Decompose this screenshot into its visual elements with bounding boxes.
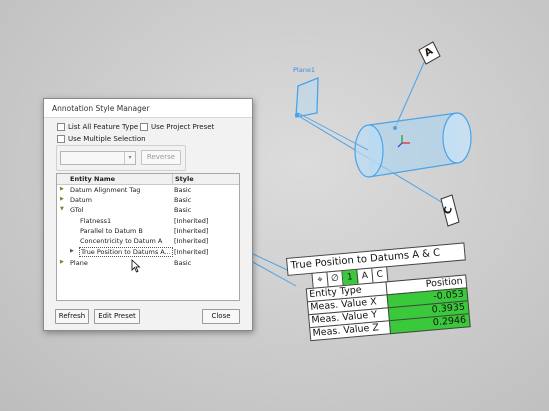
plane1-label: Plane1: [293, 66, 315, 74]
table-row[interactable]: Parallel to Datum B [Inherited]: [57, 226, 239, 236]
diameter-symbol-icon: ∅: [327, 271, 344, 287]
annotation-row: Entity Type Position: [305, 274, 468, 303]
edit-preset-button[interactable]: Edit Preset: [94, 309, 140, 324]
datum-ref-a: A: [357, 268, 374, 284]
entity-name: Datum: [70, 196, 92, 204]
column-header-entity-name[interactable]: Entity Name: [70, 175, 115, 183]
table-row[interactable]: ▶ Datum Alignment Tag Basic: [57, 185, 239, 195]
use-project-preset-checkbox[interactable]: Use Project Preset: [140, 123, 214, 131]
mouse-pointer-icon: [131, 259, 141, 273]
checkbox-box[interactable]: [57, 135, 65, 143]
cylinder[interactable]: [354, 112, 472, 178]
close-button[interactable]: Close: [202, 309, 240, 324]
entity-style[interactable]: [Inherited]: [174, 227, 208, 235]
refresh-button[interactable]: Refresh: [55, 309, 89, 324]
list-all-feature-type-checkbox[interactable]: List All Feature Type: [57, 123, 138, 131]
table-row[interactable]: Flatness1 [Inherited]: [57, 216, 239, 226]
reverse-button[interactable]: Reverse: [141, 150, 181, 165]
plane-axis-line: [297, 112, 369, 151]
expand-triangle-icon[interactable]: ▶: [60, 186, 66, 192]
column-header-style[interactable]: Style: [172, 174, 194, 184]
tolerance-value: 1: [342, 269, 359, 286]
use-multiple-selection-checkbox[interactable]: Use Multiple Selection: [57, 135, 146, 143]
dialog-title-bar[interactable]: Annotation Style Manager: [44, 99, 252, 118]
chevron-down-icon[interactable]: ▾: [124, 152, 135, 164]
annotation-row: Meas. Value X -0.053: [306, 287, 469, 316]
table-row-selected[interactable]: ▶ True Position to Datums A... [Inherite…: [57, 247, 239, 257]
entity-name: Datum Alignment Tag: [70, 186, 141, 194]
checkbox-box[interactable]: [140, 123, 148, 131]
entity-style[interactable]: Basic: [174, 186, 191, 194]
position-symbol-icon: ⌖: [312, 272, 329, 288]
entity-style-table[interactable]: Entity Name Style ▶ Datum Alignment Tag …: [56, 173, 240, 301]
entity-name: GTol: [70, 206, 84, 214]
annotation-row: Meas. Value Y 0.3935: [307, 300, 470, 329]
entity-style[interactable]: [Inherited]: [174, 217, 208, 225]
expand-triangle-icon[interactable]: ▶: [70, 248, 76, 254]
plane1-surface[interactable]: [295, 77, 319, 118]
table-row[interactable]: ▼ GTol Basic: [57, 205, 239, 215]
datum-ref-c: C: [376, 269, 384, 281]
entity-style[interactable]: [Inherited]: [174, 248, 208, 256]
annotation-row: Meas. Value Z 0.2946: [309, 313, 471, 342]
expand-triangle-icon[interactable]: ▶: [60, 196, 66, 202]
entity-name: Plane: [70, 259, 88, 267]
entity-name: True Position to Datums A...: [79, 247, 173, 257]
checkbox-label: Use Multiple Selection: [68, 135, 146, 143]
entity-name: Concentricity to Datum A: [80, 237, 163, 245]
checkbox-label: Use Project Preset: [151, 123, 215, 131]
expand-triangle-icon[interactable]: ▶: [60, 259, 66, 265]
entity-name: Flatness1: [80, 217, 112, 225]
entity-style[interactable]: Basic: [174, 206, 191, 214]
checkbox-label: List All Feature Type: [68, 123, 139, 131]
entity-style[interactable]: Basic: [174, 259, 191, 267]
dialog-title: Annotation Style Manager: [52, 104, 150, 113]
entity-style[interactable]: Basic: [174, 196, 191, 204]
checkbox-box[interactable]: [57, 123, 65, 131]
entity-name: Parallel to Datum B: [80, 227, 143, 235]
cylinder-grip[interactable]: [393, 126, 397, 130]
entity-dropdown[interactable]: ▾: [60, 151, 136, 165]
true-position-annotation[interactable]: True Position to Datums A & C ⌖ ∅ 1 A C …: [286, 242, 471, 358]
annotation-style-manager-dialog[interactable]: Annotation Style Manager List All Featur…: [43, 98, 253, 331]
collapse-triangle-icon[interactable]: ▼: [60, 206, 66, 212]
table-row[interactable]: ▶ Plane Basic: [57, 258, 239, 268]
entity-style[interactable]: [Inherited]: [174, 237, 208, 245]
table-row[interactable]: Concentricity to Datum A [Inherited]: [57, 236, 239, 246]
table-header: Entity Name Style: [57, 174, 239, 185]
table-row[interactable]: ▶ Datum Basic: [57, 195, 239, 205]
